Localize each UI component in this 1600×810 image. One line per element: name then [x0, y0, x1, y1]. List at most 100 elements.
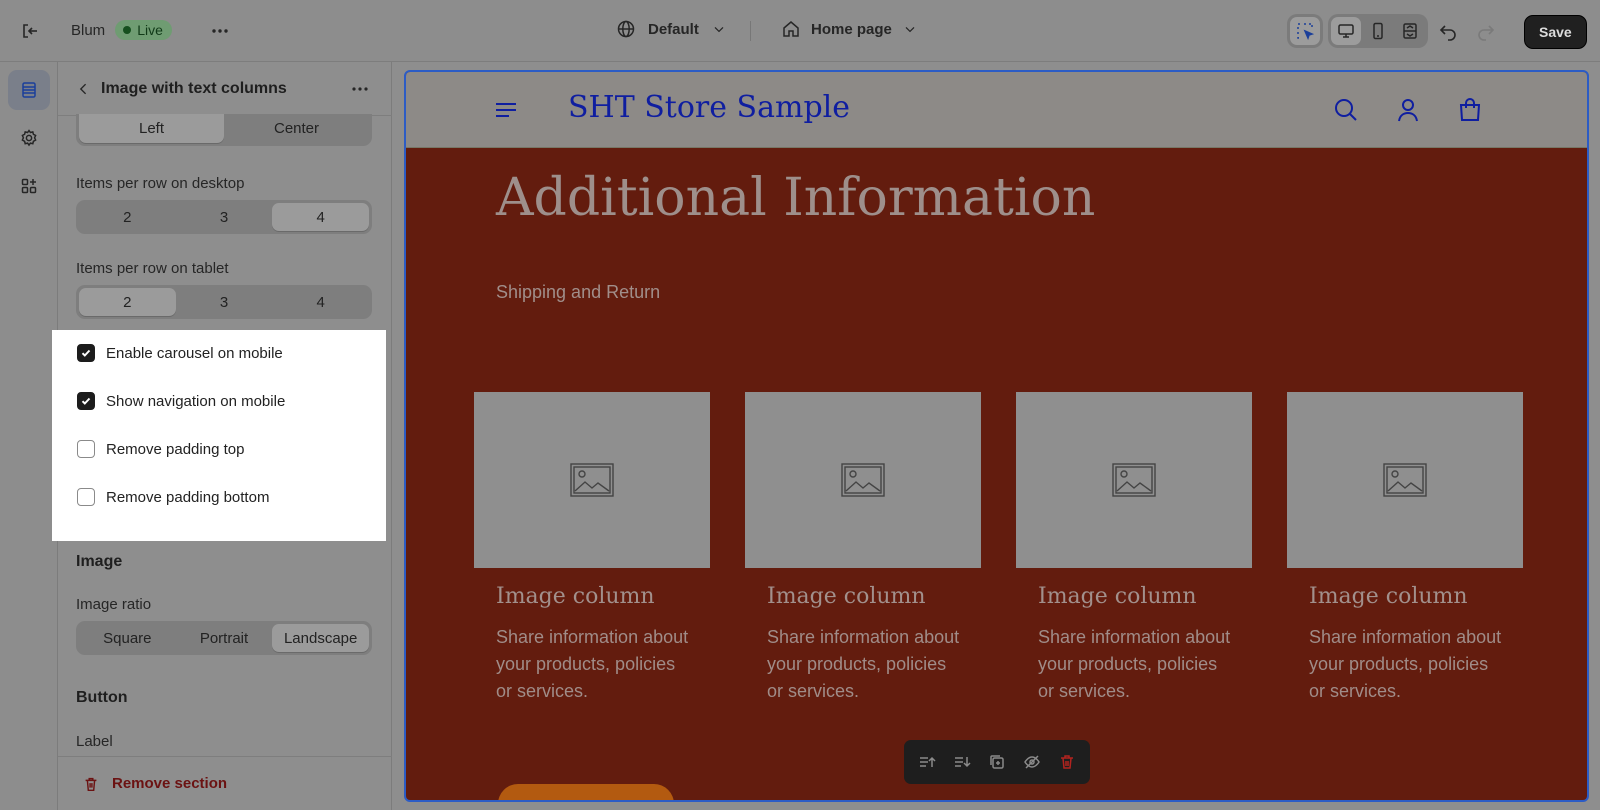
storefront-preview[interactable]: SHT Store Sample Additional Information …	[404, 70, 1589, 802]
globe-icon	[617, 20, 635, 38]
sections-icon[interactable]	[8, 70, 50, 110]
redo-icon[interactable]	[1470, 15, 1502, 47]
back-arrow-icon[interactable]	[68, 73, 100, 105]
image-placeholder-icon	[570, 463, 614, 497]
desktop-items-label: Items per row on desktop	[76, 175, 245, 192]
panel-title: Image with text columns	[101, 80, 287, 97]
image-placeholder-icon	[1383, 463, 1427, 497]
divider	[750, 21, 751, 41]
desktop-icon[interactable]	[1331, 17, 1361, 45]
checkbox-label: Remove padding bottom	[106, 488, 270, 506]
checkbox-enable-carousel[interactable]: Enable carousel on mobile	[77, 344, 283, 362]
button-section-title: Button	[76, 689, 128, 706]
account-icon[interactable]	[1394, 96, 1422, 124]
image-ratio-control: Square Portrait Landscape	[76, 621, 372, 655]
hide-eye-icon[interactable]	[1023, 753, 1041, 771]
alignment-option-center[interactable]: Center	[224, 114, 369, 143]
desktop-option-2[interactable]: 2	[79, 203, 176, 231]
undo-icon[interactable]	[1432, 15, 1464, 47]
column-image-placeholder	[1016, 392, 1252, 568]
status-badge: Live	[115, 20, 172, 40]
column-title: Image column	[1038, 584, 1197, 609]
desktop-option-3[interactable]: 3	[176, 203, 273, 231]
column-text: Share information about your products, p…	[1309, 627, 1502, 701]
theme-selector[interactable]: Default	[616, 19, 727, 39]
tablet-items-control: 2 3 4	[76, 285, 372, 319]
tablet-option-4[interactable]: 4	[272, 288, 369, 316]
status-badge-label: Live	[137, 22, 163, 38]
text-alignment-control: Left Center	[76, 114, 372, 146]
checkbox-label: Enable carousel on mobile	[106, 344, 283, 362]
checkbox-checked-icon[interactable]	[77, 392, 95, 410]
remove-section-button[interactable]: Remove section	[58, 756, 392, 810]
column-image-placeholder	[474, 392, 710, 568]
column-text: Share information about your products, p…	[1038, 627, 1231, 701]
mobile-icon[interactable]	[1363, 17, 1393, 45]
image-placeholder-icon	[1112, 463, 1156, 497]
desktop-option-4[interactable]: 4	[272, 203, 370, 231]
checkbox-label: Show navigation on mobile	[106, 392, 286, 410]
image-ratio-label: Image ratio	[76, 596, 152, 613]
image-section-title: Image	[76, 553, 123, 570]
move-up-icon[interactable]	[918, 753, 936, 771]
settings-gear-icon[interactable]	[8, 118, 50, 158]
full-width-icon[interactable]	[1395, 17, 1425, 45]
inspector-toggle	[1287, 14, 1323, 48]
checkbox-checked-icon[interactable]	[77, 344, 95, 362]
button-label-field-label: Label	[76, 733, 113, 750]
column-title: Image column	[496, 584, 655, 609]
preview-button[interactable]	[498, 784, 674, 800]
more-options-icon[interactable]	[344, 73, 376, 105]
column-text: Share information about your products, p…	[767, 627, 960, 701]
checkbox-unchecked-icon[interactable]	[77, 488, 95, 506]
section-toolbar	[904, 740, 1090, 784]
store-header: SHT Store Sample	[406, 72, 1587, 148]
store-title[interactable]: SHT Store Sample	[568, 90, 850, 125]
exit-icon[interactable]	[14, 15, 46, 47]
chevron-down-icon	[905, 26, 915, 33]
checkbox-show-navigation[interactable]: Show navigation on mobile	[77, 392, 285, 410]
apps-icon[interactable]	[8, 166, 50, 206]
column-text: Share information about your products, p…	[496, 627, 689, 701]
page-selector[interactable]: Home page	[781, 19, 918, 39]
image-ratio-portrait[interactable]: Portrait	[176, 624, 273, 652]
live-dot-icon	[123, 26, 132, 34]
panel-header: Image with text columns	[58, 62, 392, 116]
store-name: Blum	[71, 21, 106, 39]
checkbox-remove-padding-bottom[interactable]: Remove padding bottom	[77, 488, 269, 506]
tablet-option-2[interactable]: 2	[79, 288, 176, 316]
alignment-option-left[interactable]: Left	[79, 114, 224, 143]
checkbox-remove-padding-top[interactable]: Remove padding top	[77, 440, 244, 458]
column-image-placeholder	[745, 392, 981, 568]
remove-section-label: Remove section	[112, 775, 228, 792]
more-options-icon[interactable]	[204, 15, 236, 47]
section-heading: Additional Information	[496, 168, 1096, 228]
checkbox-unchecked-icon[interactable]	[77, 440, 95, 458]
search-icon[interactable]	[1332, 96, 1360, 124]
desktop-items-control: 2 3 4	[76, 200, 372, 234]
duplicate-icon[interactable]	[988, 753, 1006, 771]
hamburger-menu-icon[interactable]	[492, 96, 520, 124]
inspector-select-icon[interactable]	[1290, 17, 1320, 45]
image-ratio-square[interactable]: Square	[79, 624, 176, 652]
left-rail	[0, 62, 58, 810]
save-button[interactable]: Save	[1524, 15, 1587, 49]
image-placeholder-icon	[841, 463, 885, 497]
image-ratio-landscape[interactable]: Landscape	[272, 624, 370, 652]
move-down-icon[interactable]	[953, 753, 971, 771]
checkbox-label: Remove padding top	[106, 440, 245, 458]
column-title: Image column	[767, 584, 926, 609]
cart-bag-icon[interactable]	[1456, 96, 1484, 124]
theme-selector-label: Default	[648, 20, 699, 38]
home-icon	[783, 21, 799, 37]
device-preview-group	[1328, 14, 1428, 48]
column-image-placeholder	[1287, 392, 1523, 568]
delete-trash-icon[interactable]	[1058, 753, 1076, 771]
column-title: Image column	[1309, 584, 1468, 609]
chevron-down-icon	[714, 26, 724, 33]
section-subheading: Shipping and Return	[496, 282, 661, 302]
tablet-option-3[interactable]: 3	[176, 288, 273, 316]
trash-icon	[85, 777, 97, 791]
tablet-items-label: Items per row on tablet	[76, 260, 229, 277]
page-selector-label: Home page	[811, 20, 892, 38]
